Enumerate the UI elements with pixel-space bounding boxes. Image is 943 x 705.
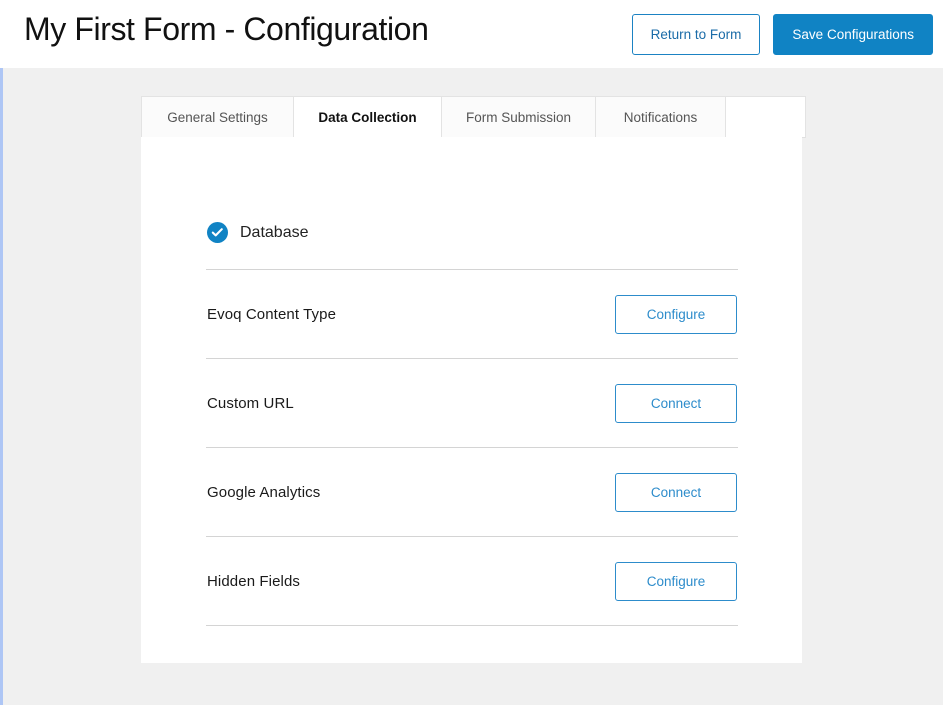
tab-empty [726, 96, 806, 138]
configure-hidden-fields-button[interactable]: Configure [615, 562, 737, 601]
database-toggle-row[interactable]: Database [207, 222, 309, 243]
tab-form-submission[interactable]: Form Submission [442, 96, 596, 138]
option-label-evoq-content-type: Evoq Content Type [207, 306, 336, 323]
database-toggle-label: Database [240, 224, 309, 242]
return-to-form-button[interactable]: Return to Form [632, 14, 761, 55]
option-label-custom-url: Custom URL [207, 395, 294, 412]
configuration-tabs: General Settings Data Collection Form Su… [141, 96, 806, 138]
page-header: My First Form - Configuration Return to … [0, 0, 943, 68]
list-item: Custom URL Connect [206, 359, 738, 447]
option-label-hidden-fields: Hidden Fields [207, 573, 300, 590]
list-item: Google Analytics Connect [206, 448, 738, 536]
header-actions: Return to Form Save Configurations [632, 14, 933, 55]
divider [206, 625, 738, 626]
list-item: Evoq Content Type Configure [206, 270, 738, 358]
configure-evoq-content-type-button[interactable]: Configure [615, 295, 737, 334]
connect-google-analytics-button[interactable]: Connect [615, 473, 737, 512]
tab-data-collection[interactable]: Data Collection [294, 96, 442, 138]
check-circle-icon[interactable] [207, 222, 228, 243]
page-title: My First Form - Configuration [24, 11, 428, 48]
data-collection-panel: Database Evoq Content Type Configure Cus… [141, 137, 802, 663]
option-label-google-analytics: Google Analytics [207, 484, 320, 501]
connect-custom-url-button[interactable]: Connect [615, 384, 737, 423]
tab-notifications[interactable]: Notifications [596, 96, 726, 138]
tab-general-settings[interactable]: General Settings [141, 96, 294, 138]
save-configurations-button[interactable]: Save Configurations [773, 14, 933, 55]
list-item: Hidden Fields Configure [206, 537, 738, 625]
left-accent-strip [0, 68, 3, 705]
data-collection-options: Evoq Content Type Configure Custom URL C… [206, 269, 738, 626]
